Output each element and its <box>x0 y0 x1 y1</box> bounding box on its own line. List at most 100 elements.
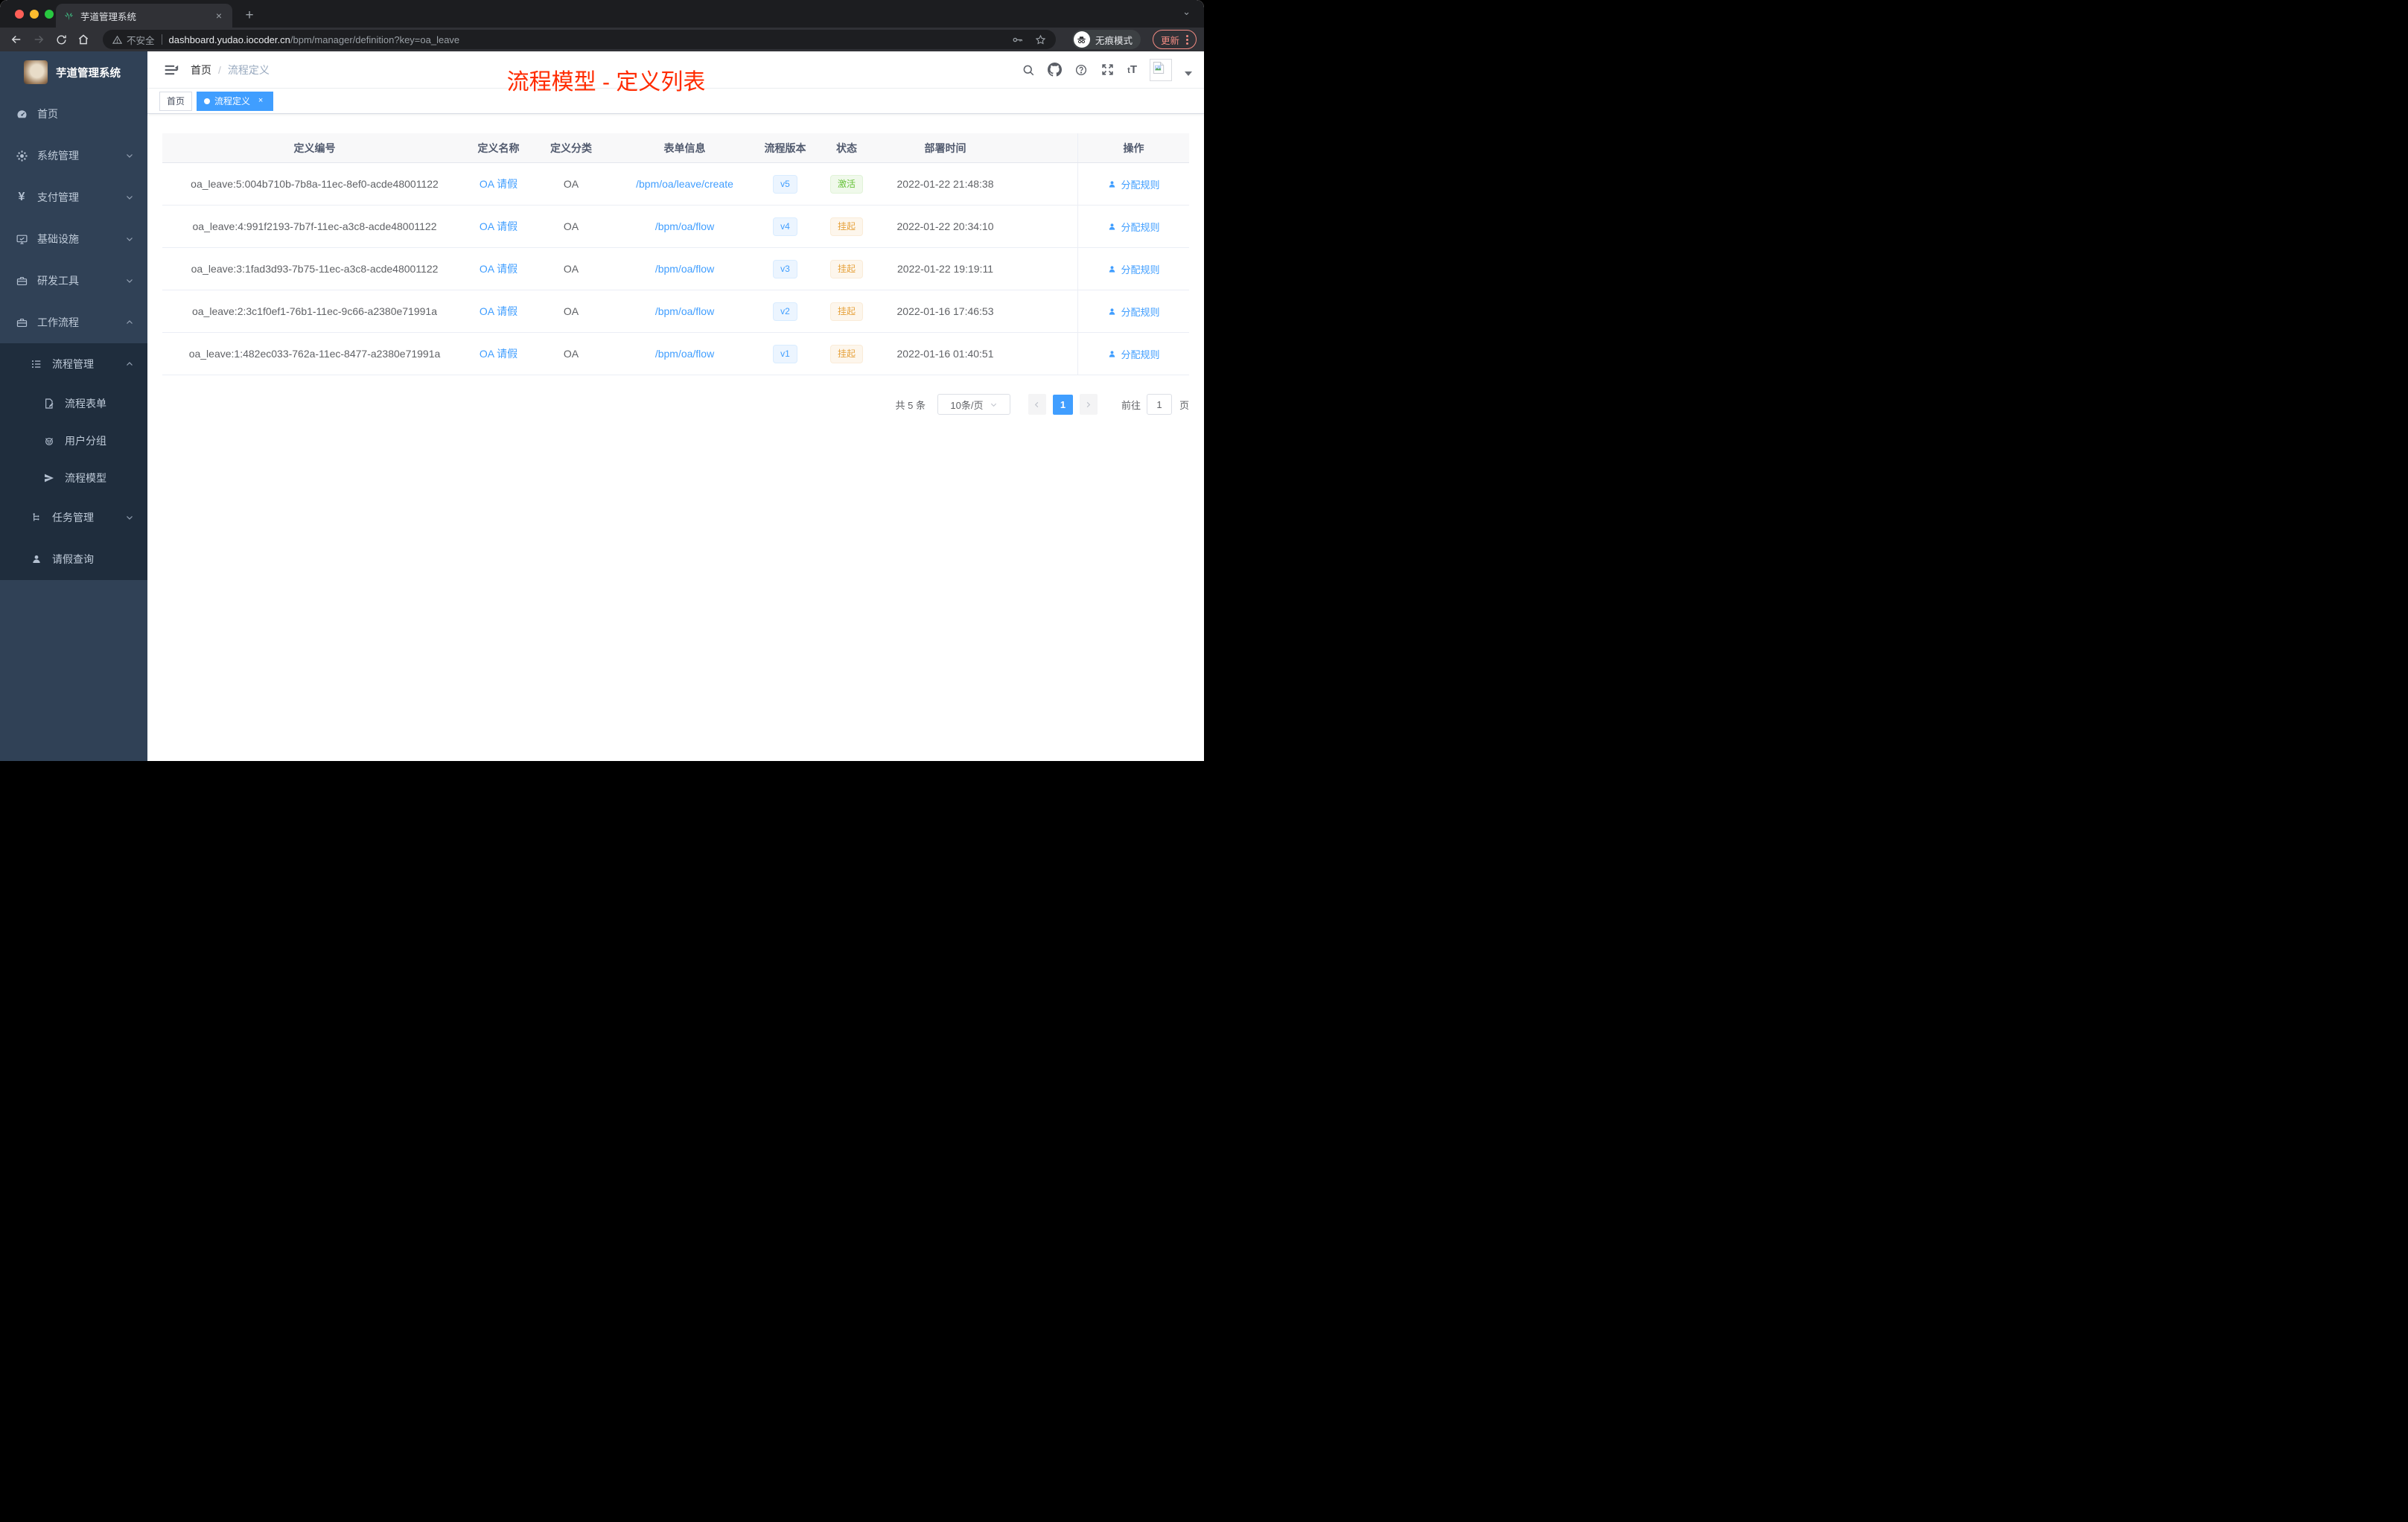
status-badge: 挂起 <box>829 217 863 236</box>
form-info-link[interactable]: /bpm/oa/flow <box>655 263 714 275</box>
page-number-button[interactable]: 1 <box>1052 394 1073 415</box>
not-secure-warning-icon <box>112 34 123 45</box>
sidebar-item-infrastructure[interactable]: 基础设施 <box>0 218 147 260</box>
form-info-link[interactable]: /bpm/oa/flow <box>655 305 714 317</box>
deploy-time: 2022-01-22 19:19:11 <box>897 263 993 275</box>
minimize-window-button[interactable] <box>30 10 39 19</box>
search-icon[interactable] <box>1022 63 1035 77</box>
update-browser-button[interactable]: 更新 <box>1152 30 1197 49</box>
definition-name-link[interactable]: OA 请假 <box>480 178 517 190</box>
tag-process-definition[interactable]: 流程定义 × <box>197 91 274 111</box>
chevron-up-icon <box>125 360 134 369</box>
tab-close-icon[interactable]: × <box>213 10 225 22</box>
back-icon[interactable] <box>7 31 25 48</box>
column-header-actions: 操作 <box>1077 133 1189 162</box>
assign-rule-button[interactable]: 分配规则 <box>1107 262 1160 276</box>
goto-unit-label: 页 <box>1179 399 1189 411</box>
definition-id: oa_leave:3:1fad3d93-7b75-11ec-a3c8-acde4… <box>191 263 439 275</box>
sidebar-item-label: 流程模型 <box>65 472 106 484</box>
sidebar-item-payment[interactable]: ¥ 支付管理 <box>0 176 147 218</box>
avatar[interactable] <box>1150 58 1172 81</box>
tag-home[interactable]: 首页 <box>159 91 193 111</box>
security-label[interactable]: 不安全 <box>127 33 155 47</box>
next-page-button[interactable] <box>1079 394 1098 415</box>
status-badge: 挂起 <box>829 259 863 278</box>
chevron-left-icon <box>1035 401 1039 407</box>
navbar-actions: tT <box>1022 58 1192 81</box>
form-info-link[interactable]: /bpm/oa/flow <box>655 220 714 232</box>
browser-window: 芋道管理系统 × + ⌄ 不安全 dashboard.yudao.iocoder… <box>0 0 1204 761</box>
url-host: dashboard.yudao.iocoder.cn <box>168 34 290 45</box>
definition-name-link[interactable]: OA 请假 <box>480 305 517 317</box>
yen-icon: ¥ <box>18 191 25 203</box>
definition-id: oa_leave:1:482ec033-762a-11ec-8477-a2380… <box>188 348 441 360</box>
sidebar-item-label: 支付管理 <box>37 191 79 203</box>
tab-favicon-leaf-icon <box>63 10 74 22</box>
prev-page-button[interactable] <box>1028 394 1046 415</box>
github-icon[interactable] <box>1048 63 1063 77</box>
form-info-link[interactable]: /bpm/oa/flow <box>655 348 714 360</box>
avatar-caret-down-icon[interactable] <box>1185 71 1192 76</box>
column-header-definition-id: 定义编号 <box>293 141 336 154</box>
workflow-submenu: 流程管理 流程表单 用户分组 流程模型 任务管理 请假查询 <box>0 343 147 580</box>
zoom-window-button[interactable] <box>45 10 54 19</box>
sidebar-item-dev-tools[interactable]: 研发工具 <box>0 260 147 302</box>
forward-icon[interactable] <box>30 31 48 48</box>
form-info-link[interactable]: /bpm/oa/leave/create <box>636 178 733 190</box>
new-tab-button[interactable]: + <box>240 6 259 25</box>
sidebar-item-process-management[interactable]: 流程管理 <box>0 343 147 385</box>
browser-tab[interactable]: 芋道管理系统 × <box>56 4 232 28</box>
assign-rule-button[interactable]: 分配规则 <box>1107 347 1160 361</box>
fullscreen-icon[interactable] <box>1101 63 1115 77</box>
reload-icon[interactable] <box>52 31 70 48</box>
deploy-time: 2022-01-22 21:48:38 <box>896 178 994 190</box>
sidebar-item-label: 请假查询 <box>52 553 94 565</box>
tab-title: 芋道管理系统 <box>80 11 137 22</box>
definition-name-link[interactable]: OA 请假 <box>480 348 517 360</box>
tag-close-icon[interactable]: × <box>255 96 266 106</box>
sidebar-collapse-hamburger-icon[interactable] <box>164 63 179 77</box>
page-size-select[interactable]: 10条/页 <box>937 394 1010 415</box>
brand-header[interactable]: 芋道管理系统 <box>0 51 147 93</box>
version-badge: v3 <box>773 259 797 278</box>
column-header-process-version: 流程版本 <box>764 141 806 154</box>
sidebar-item-home[interactable]: 首页 <box>0 93 147 135</box>
chevron-up-icon <box>125 318 134 327</box>
table-row: oa_leave:1:482ec033-762a-11ec-8477-a2380… <box>162 333 1189 375</box>
password-key-icon[interactable] <box>1011 34 1024 46</box>
column-header-deploy-time: 部署时间 <box>924 141 966 154</box>
sidebar-item-workflow[interactable]: 工作流程 <box>0 302 147 343</box>
sidebar-item-task-management[interactable]: 任务管理 <box>0 497 147 538</box>
definition-name-link[interactable]: OA 请假 <box>480 263 517 275</box>
sidebar-item-process-model[interactable]: 流程模型 <box>0 459 147 497</box>
sidebar-item-label: 研发工具 <box>37 275 79 287</box>
font-size-icon[interactable]: tT <box>1127 63 1137 76</box>
definition-category: OA <box>563 305 579 317</box>
browser-menu-kebab-icon[interactable] <box>1186 34 1188 45</box>
definition-category: OA <box>563 178 579 190</box>
sidebar-item-label: 用户分组 <box>65 435 106 447</box>
sidebar-item-label: 系统管理 <box>37 150 79 162</box>
tag-label: 首页 <box>167 96 185 106</box>
tab-search-caret-icon[interactable]: ⌄ <box>1182 6 1191 18</box>
bookmark-star-icon[interactable] <box>1034 34 1047 46</box>
breadcrumb-home[interactable]: 首页 <box>191 63 211 77</box>
assign-rule-button[interactable]: 分配规则 <box>1107 177 1160 191</box>
column-header-definition-name: 定义名称 <box>477 141 520 154</box>
assign-rule-button[interactable]: 分配规则 <box>1107 220 1160 234</box>
sidebar-item-leave-query[interactable]: 请假查询 <box>0 538 147 580</box>
table-row: oa_leave:3:1fad3d93-7b75-11ec-a3c8-acde4… <box>162 248 1189 290</box>
breadcrumb-separator: / <box>218 63 221 76</box>
goto-page-input[interactable] <box>1146 394 1172 415</box>
home-icon[interactable] <box>74 31 92 48</box>
definition-name-link[interactable]: OA 请假 <box>480 220 517 232</box>
assign-rule-button[interactable]: 分配规则 <box>1107 305 1160 319</box>
chevron-right-icon <box>1087 401 1091 407</box>
sidebar-item-user-group[interactable]: 用户分组 <box>0 422 147 459</box>
sidebar-item-system[interactable]: 系统管理 <box>0 135 147 176</box>
close-window-button[interactable] <box>15 10 24 19</box>
sidebar-item-process-form[interactable]: 流程表单 <box>0 385 147 422</box>
help-question-icon[interactable] <box>1074 63 1088 77</box>
person-icon <box>30 553 43 565</box>
address-bar[interactable]: 不安全 dashboard.yudao.iocoder.cn/bpm/manag… <box>103 30 1056 49</box>
